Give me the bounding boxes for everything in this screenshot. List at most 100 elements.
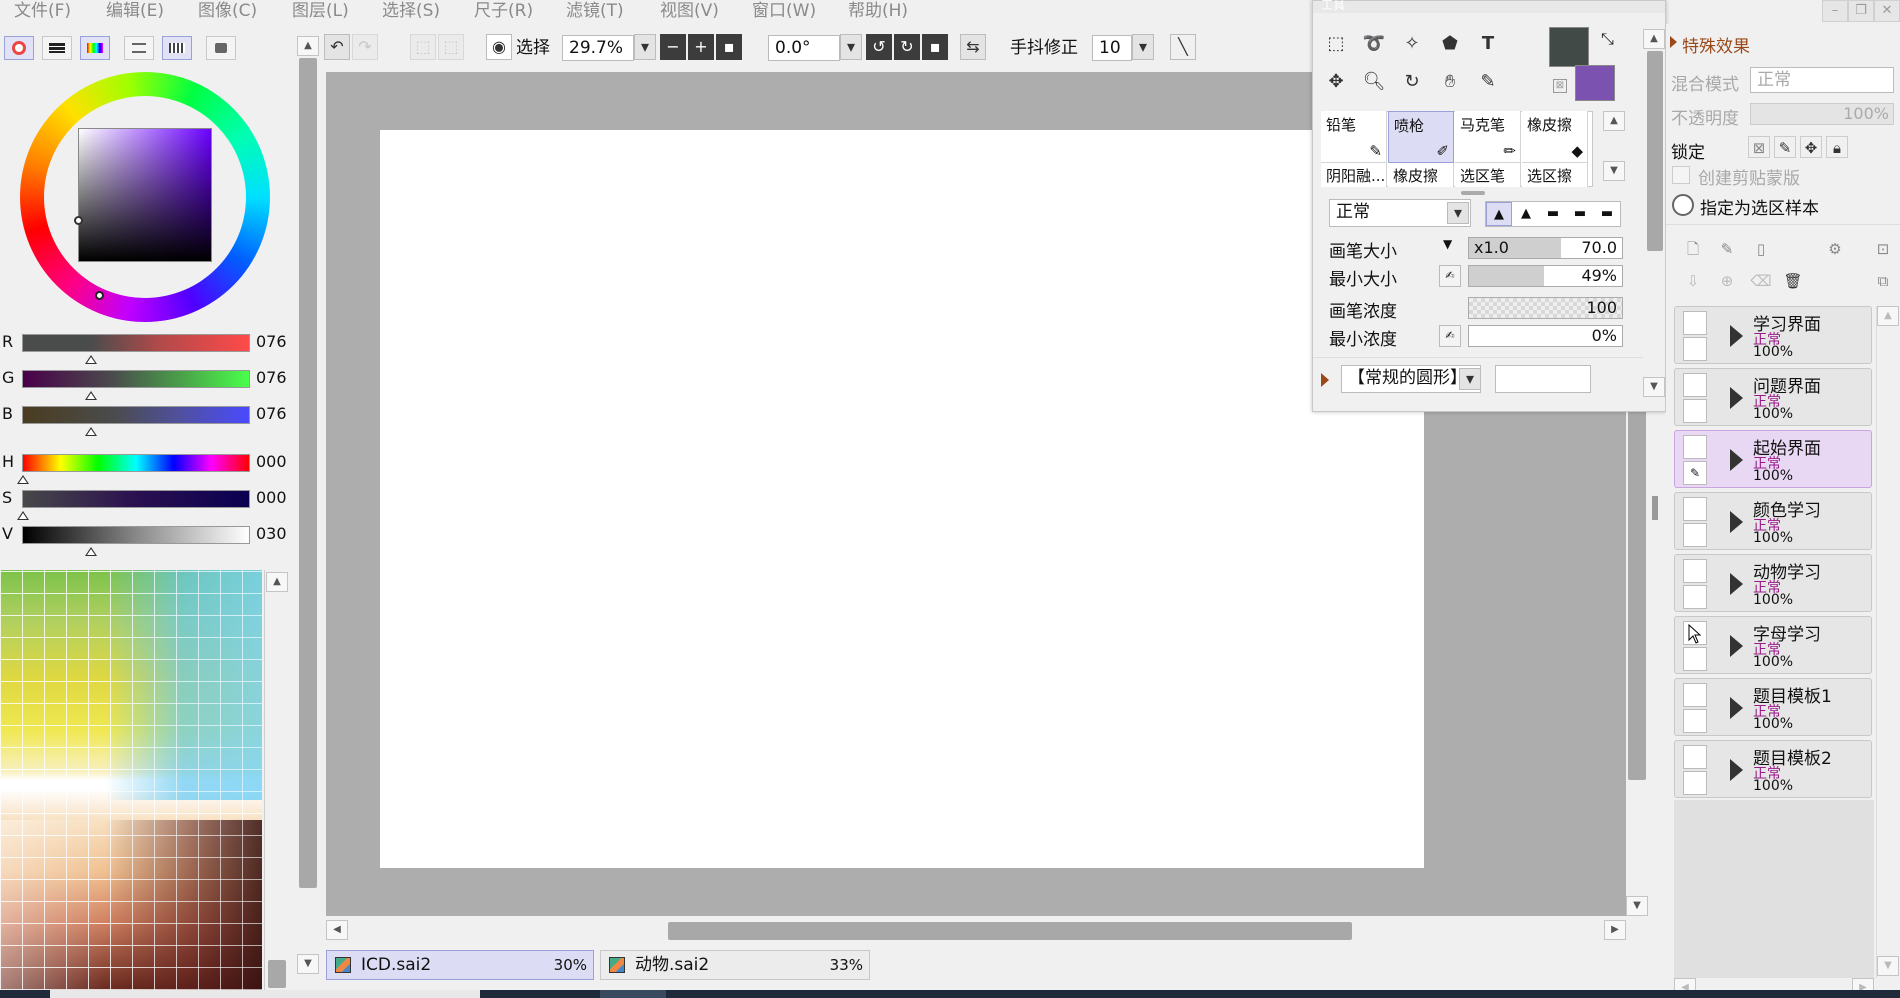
saturation-value-square[interactable] bbox=[78, 128, 212, 262]
s-slider-thumb[interactable] bbox=[17, 511, 29, 520]
tool-scroll-down-icon[interactable]: ▼ bbox=[1643, 377, 1665, 397]
stabilizer-dropdown-icon[interactable]: ▾ bbox=[1132, 34, 1154, 60]
menu-select[interactable]: 选择(S) bbox=[382, 0, 440, 24]
minimize-button[interactable]: – bbox=[1822, 0, 1848, 22]
brush-select-pen[interactable]: 选区笔 bbox=[1455, 163, 1521, 187]
menu-view[interactable]: 视图(V) bbox=[660, 0, 719, 24]
layer-scroll-up-icon[interactable]: ▲ bbox=[1877, 306, 1899, 326]
zoom-input[interactable]: 29.7% bbox=[562, 35, 634, 61]
lasso-icon[interactable]: ➰ bbox=[1359, 29, 1389, 59]
rgb-slider-mode-icon[interactable] bbox=[42, 36, 72, 60]
left-scroll-up-icon[interactable]: ▲ bbox=[297, 36, 319, 56]
canvas-scroll-down-icon[interactable]: ▼ bbox=[1626, 896, 1648, 916]
zoom-dropdown-icon[interactable]: ▾ bbox=[634, 34, 656, 60]
g-slider-thumb[interactable] bbox=[85, 391, 97, 400]
layer-select-checkbox[interactable] bbox=[1683, 523, 1707, 547]
b-slider[interactable] bbox=[22, 406, 250, 424]
brush-marker[interactable]: 马克笔 ✏ bbox=[1455, 111, 1521, 163]
layer-visibility-checkbox[interactable] bbox=[1683, 311, 1707, 335]
clip-mask-checkbox[interactable] bbox=[1672, 166, 1690, 184]
layer-item[interactable]: 题目模板2 正常 100% bbox=[1674, 740, 1872, 798]
drawing-canvas[interactable] bbox=[380, 130, 1424, 868]
pressure-size-icon[interactable]: ✍︎ bbox=[1439, 265, 1461, 287]
layer-visibility-checkbox[interactable] bbox=[1683, 373, 1707, 397]
s-slider[interactable] bbox=[22, 490, 250, 508]
v-slider[interactable] bbox=[22, 526, 250, 544]
deselect-button[interactable]: ⬚ bbox=[410, 34, 436, 60]
text-icon[interactable]: T bbox=[1473, 29, 1503, 59]
layer-expand-icon[interactable] bbox=[1730, 635, 1743, 657]
brush-shape-dropdown-icon[interactable]: ▾ bbox=[1459, 368, 1481, 390]
layer-visibility-checkbox[interactable] bbox=[1683, 435, 1707, 459]
brush-airbrush[interactable]: 喷枪 ✐ bbox=[1388, 111, 1454, 163]
shape-sharp-icon[interactable]: ▲ bbox=[1486, 202, 1512, 226]
brush-eraser-2[interactable]: 橡皮擦 bbox=[1388, 163, 1454, 187]
menu-image[interactable]: 图像(C) bbox=[198, 0, 257, 24]
rotate-left-button[interactable]: ↺ bbox=[866, 34, 892, 60]
swatch-scroll-up-icon[interactable]: ▲ bbox=[266, 572, 288, 592]
blend-dropdown-icon[interactable]: ▾ bbox=[1447, 202, 1469, 224]
straight-line-icon[interactable]: ╲ bbox=[1170, 34, 1196, 60]
scratchpad-mode-icon[interactable] bbox=[206, 36, 236, 60]
doc-tab[interactable]: 动物.sai2 33% bbox=[600, 950, 870, 980]
undo-button[interactable]: ↶ bbox=[324, 34, 350, 60]
shape-icon[interactable]: ⬟ bbox=[1435, 29, 1465, 59]
rotation-dropdown-icon[interactable]: ▾ bbox=[840, 34, 862, 60]
hand-icon[interactable]: ✋︎ bbox=[1435, 67, 1465, 97]
layer-select-checkbox[interactable] bbox=[1683, 337, 1707, 361]
stabilizer-input[interactable]: 10 bbox=[1092, 35, 1132, 61]
delete-layer-icon[interactable]: 🗑︎ bbox=[1782, 270, 1804, 292]
effects-label[interactable]: 特殊效果 bbox=[1682, 32, 1750, 57]
zoom-in-button[interactable]: + bbox=[688, 34, 714, 60]
layer-expand-icon[interactable] bbox=[1730, 759, 1743, 781]
layer-visibility-checkbox[interactable] bbox=[1683, 559, 1707, 583]
v-slider-thumb[interactable] bbox=[85, 547, 97, 556]
lock-transparency-icon[interactable]: ⊠ bbox=[1748, 136, 1770, 158]
layer-scroll-down-icon[interactable]: ▼ bbox=[1877, 956, 1899, 976]
transfer-down-icon[interactable]: ⇩ bbox=[1682, 270, 1704, 292]
magic-wand-icon[interactable]: ✧ bbox=[1397, 29, 1427, 59]
menu-edit[interactable]: 编辑(E) bbox=[106, 0, 164, 24]
left-scroll-down-icon[interactable]: ▼ bbox=[297, 954, 319, 974]
doc-tab[interactable]: ICD.sai2 30% bbox=[326, 950, 594, 980]
swatch-grid[interactable] bbox=[0, 570, 262, 990]
merge-down-icon[interactable]: ⊕ bbox=[1716, 270, 1738, 292]
eyedropper-icon[interactable]: ✎ bbox=[1473, 67, 1503, 97]
r-slider-thumb[interactable] bbox=[85, 355, 97, 364]
secondary-color-swatch[interactable] bbox=[1575, 65, 1615, 101]
brush-list-resize-handle[interactable] bbox=[1461, 191, 1485, 195]
tool-scroll-thumb[interactable] bbox=[1647, 51, 1663, 251]
close-button[interactable]: ✕ bbox=[1874, 0, 1900, 22]
clear-layer-icon[interactable]: ⌫ bbox=[1750, 270, 1772, 292]
menu-help[interactable]: 帮助(H) bbox=[848, 0, 908, 24]
panel-resize-handle[interactable] bbox=[1652, 496, 1658, 520]
rotate-reset-button[interactable]: ▪ bbox=[922, 34, 948, 60]
layer-group-icon[interactable]: ⧉ bbox=[1872, 270, 1894, 292]
menu-filter[interactable]: 滤镜(T) bbox=[566, 0, 624, 24]
h-slider[interactable] bbox=[22, 454, 250, 472]
shape-block-icon[interactable]: ▬ bbox=[1567, 202, 1593, 226]
layer-visibility-checkbox[interactable] bbox=[1683, 497, 1707, 521]
tool-scroll-up-icon[interactable]: ▲ bbox=[1643, 29, 1665, 49]
layer-expand-icon[interactable] bbox=[1730, 511, 1743, 533]
min-size-slider[interactable]: 49% bbox=[1468, 265, 1623, 287]
shape-flat-icon[interactable]: ▬ bbox=[1540, 202, 1566, 226]
layer-expand-icon[interactable] bbox=[1730, 449, 1743, 471]
sample-checkbox[interactable] bbox=[1672, 194, 1694, 216]
left-scroll-thumb[interactable] bbox=[299, 58, 317, 888]
swatch-scroll-thumb[interactable] bbox=[268, 960, 286, 988]
new-linework-layer-icon[interactable]: ✎ bbox=[1716, 238, 1738, 260]
menu-ruler[interactable]: 尺子(R) bbox=[474, 0, 533, 24]
brush-eraser[interactable]: 橡皮擦 ◆ bbox=[1522, 111, 1588, 163]
redo-button[interactable]: ↷ bbox=[352, 34, 378, 60]
layer-opacity-slider[interactable]: 100% bbox=[1750, 103, 1894, 125]
size-dropdown-icon[interactable]: ▼ bbox=[1443, 237, 1452, 251]
zoom-out-button[interactable]: − bbox=[660, 34, 686, 60]
r-slider[interactable] bbox=[22, 334, 250, 352]
new-folder-icon[interactable]: ▯ bbox=[1750, 238, 1772, 260]
layer-expand-icon[interactable] bbox=[1730, 573, 1743, 595]
layer-visibility-checkbox[interactable] bbox=[1683, 683, 1707, 707]
zoom-icon[interactable]: 🔍︎ bbox=[1359, 67, 1389, 97]
layer-item-selected[interactable]: ✎ 起始界面 正常 100% bbox=[1674, 430, 1872, 488]
eye-icon[interactable]: ◉ bbox=[486, 34, 512, 60]
